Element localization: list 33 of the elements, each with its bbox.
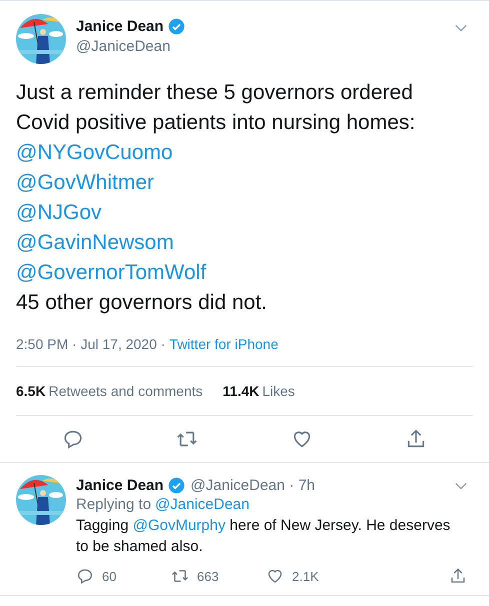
mention-link[interactable]: @GavinNewsom xyxy=(16,228,174,258)
verified-badge-icon xyxy=(168,477,185,494)
user-handle[interactable]: @JaniceDean xyxy=(76,38,455,55)
mention-link[interactable]: @GovernorTomWolf xyxy=(16,258,206,288)
mention-link[interactable]: @NYGovCuomo xyxy=(16,138,173,168)
stat-label[interactable]: Retweets and comments xyxy=(48,383,203,399)
mention-link[interactable]: @JaniceDean xyxy=(155,496,250,513)
heart-icon[interactable] xyxy=(266,567,284,585)
tweet-text: Just a reminder these 5 governors ordered Covid positive patients into nursing homes: xyxy=(16,80,416,136)
action-count: 2.1K xyxy=(292,568,319,584)
mention-link[interactable]: @GovWhitmer xyxy=(16,168,154,198)
display-name[interactable]: Janice Dean xyxy=(76,477,164,494)
user-handle[interactable]: @JaniceDean · 7h xyxy=(190,477,316,494)
share-icon[interactable] xyxy=(449,567,467,585)
comment-icon[interactable] xyxy=(76,567,94,585)
action-count: 663 xyxy=(197,568,219,584)
verified-badge-icon xyxy=(168,18,185,35)
action-count: 60 xyxy=(102,568,116,584)
mention-link[interactable]: @NJGov xyxy=(16,198,102,228)
comment-icon[interactable] xyxy=(62,428,84,450)
tweet-text: 45 other governors did not. xyxy=(16,290,267,316)
caret-icon[interactable] xyxy=(455,482,467,490)
retweet-icon[interactable] xyxy=(171,567,189,585)
stat-count[interactable]: 11.4K xyxy=(222,383,260,399)
source-link[interactable]: Twitter for iPhone xyxy=(169,336,278,352)
mention-link[interactable]: @GovMurphy xyxy=(132,517,226,534)
timestamp: 2:50 PM · Jul 17, 2020 · xyxy=(16,336,166,352)
caret-icon[interactable] xyxy=(455,24,467,32)
stat-count[interactable]: 6.5K xyxy=(16,383,46,399)
stat-label[interactable]: Likes xyxy=(262,383,295,399)
reply-text: Tagging @GovMurphy here of New Jersey. He deserves to be shamed also. xyxy=(76,516,452,557)
display-name[interactable]: Janice Dean xyxy=(76,18,164,35)
replying-label: Replying to xyxy=(76,496,152,513)
